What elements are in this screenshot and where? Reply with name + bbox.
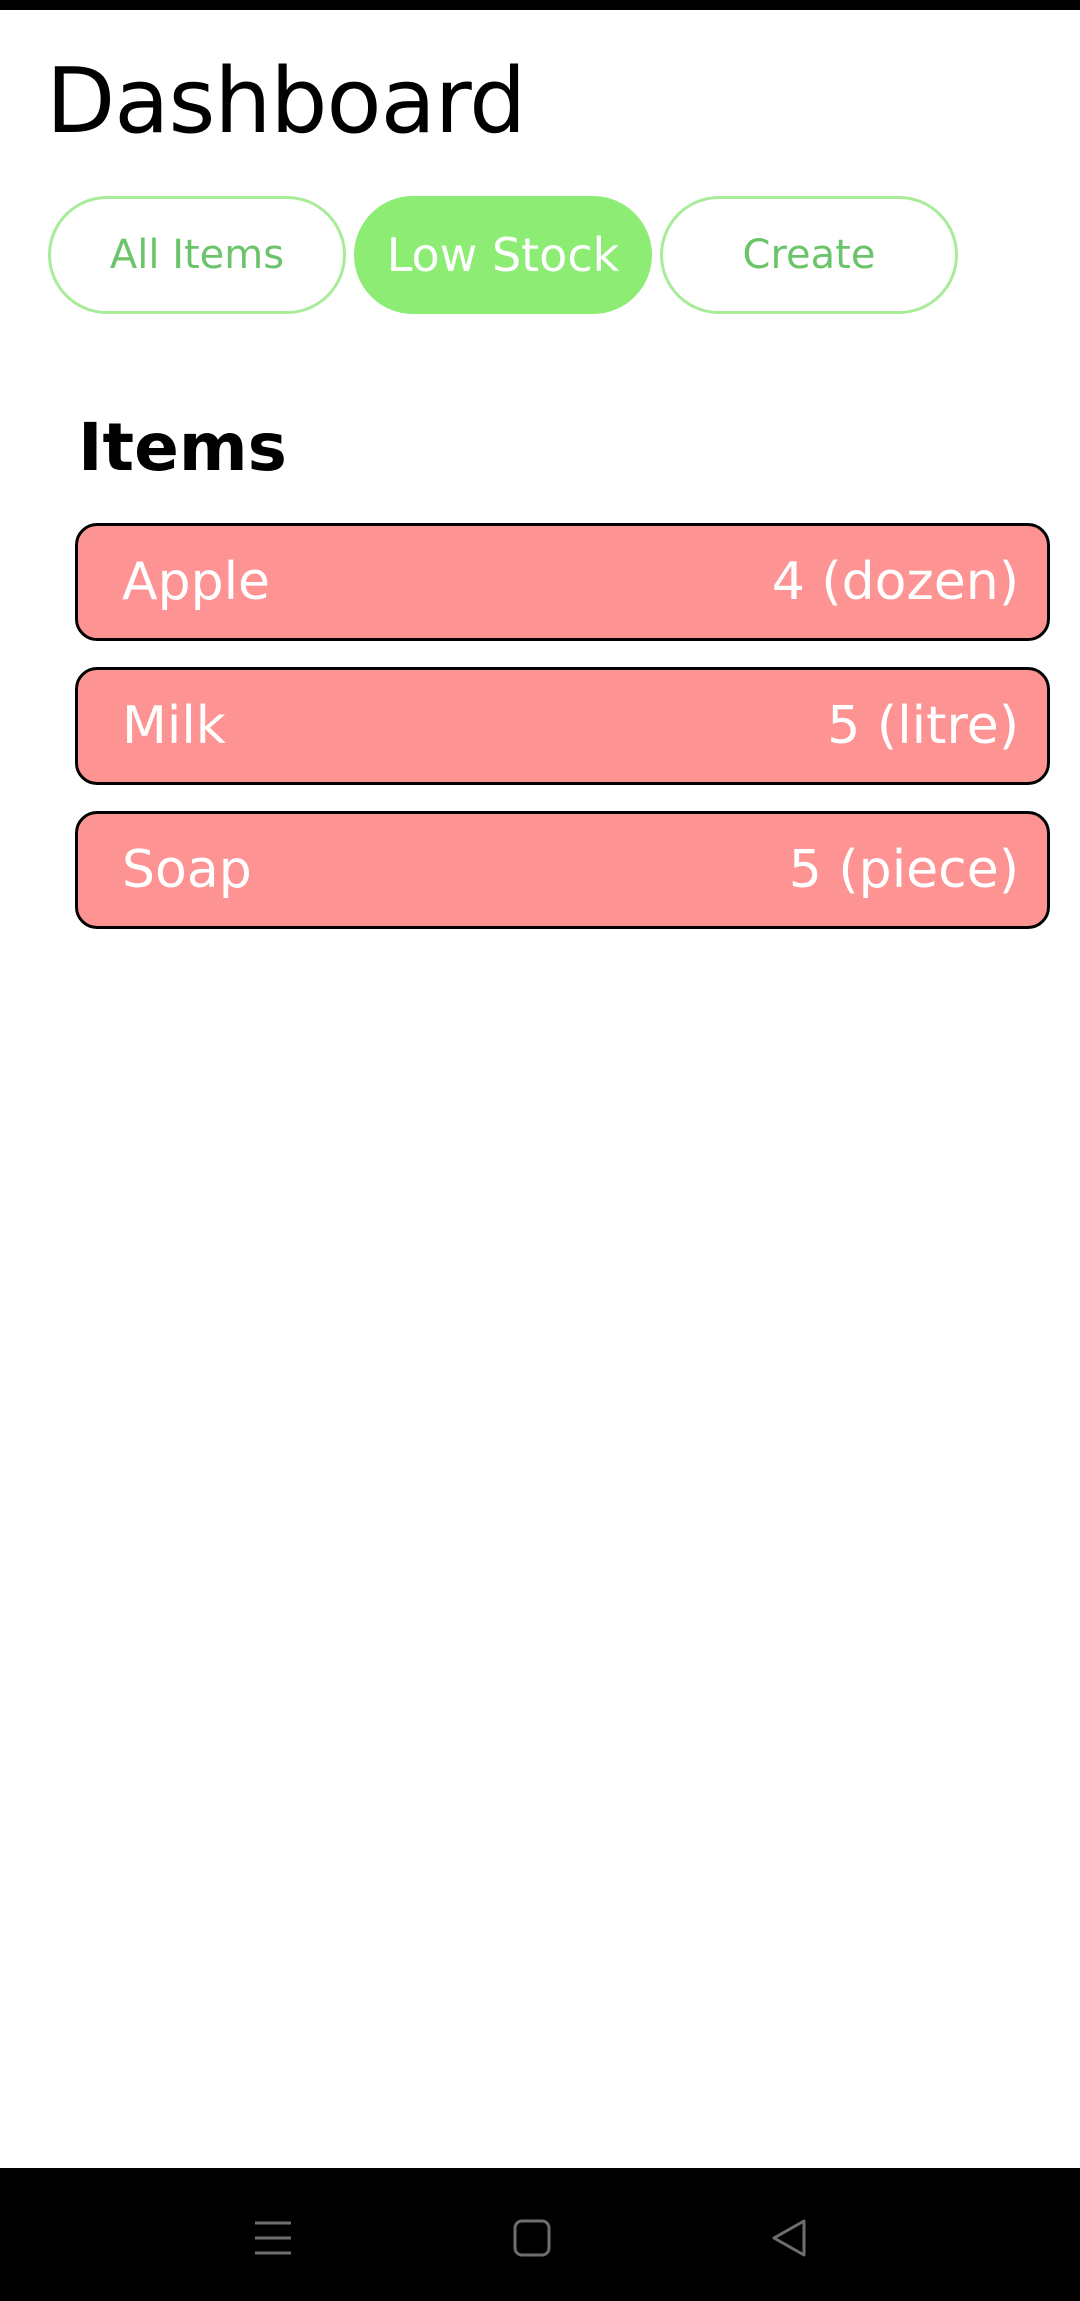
back-icon	[772, 2219, 806, 2257]
list-item[interactable]: Soap 5 (piece)	[75, 811, 1050, 929]
page-title: Dashboard	[46, 49, 526, 154]
recent-apps-button[interactable]	[233, 2198, 313, 2278]
tab-low-stock[interactable]: Low Stock	[354, 196, 652, 314]
tab-create[interactable]: Create	[660, 196, 958, 314]
list-item[interactable]: Apple 4 (dozen)	[75, 523, 1050, 641]
tab-all-items[interactable]: All Items	[48, 196, 346, 314]
list-item[interactable]: Milk 5 (litre)	[75, 667, 1050, 785]
item-name: Milk	[122, 696, 226, 756]
item-quantity: 5 (piece)	[788, 840, 1019, 900]
section-title: Items	[78, 409, 287, 486]
item-name: Apple	[122, 552, 271, 612]
tab-bar: All Items Low Stock Create	[48, 196, 958, 314]
menu-icon	[255, 2221, 291, 2255]
home-button[interactable]	[492, 2198, 572, 2278]
home-icon	[513, 2219, 551, 2257]
status-bar	[0, 0, 1080, 10]
navigation-bar	[0, 2168, 1080, 2301]
item-quantity: 5 (litre)	[827, 696, 1019, 756]
item-quantity: 4 (dozen)	[771, 552, 1019, 612]
item-list: Apple 4 (dozen) Milk 5 (litre) Soap 5 (p…	[75, 523, 1050, 929]
item-name: Soap	[122, 840, 252, 900]
back-button[interactable]	[749, 2198, 829, 2278]
